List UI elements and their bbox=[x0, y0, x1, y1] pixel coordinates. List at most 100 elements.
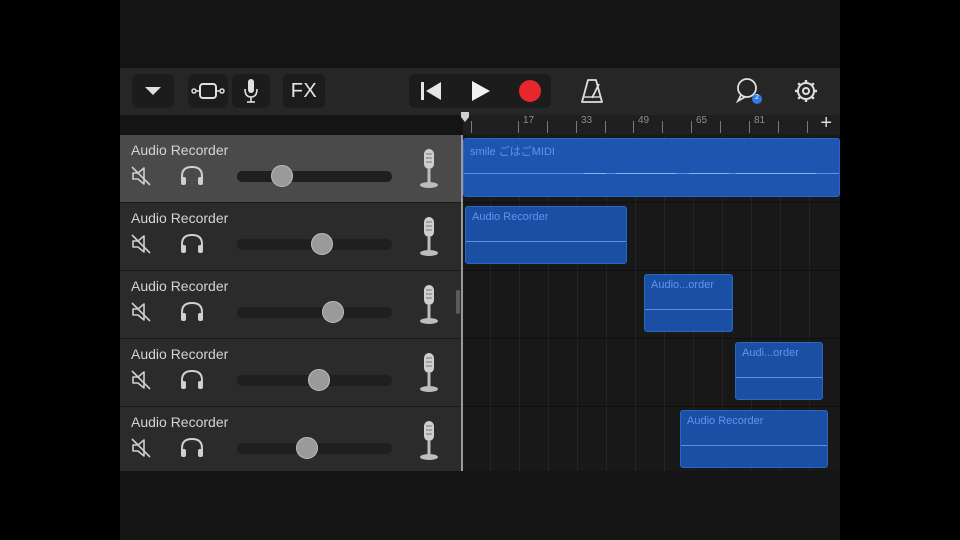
volume-knob[interactable] bbox=[295, 437, 318, 459]
rewind-icon bbox=[421, 82, 441, 100]
browser-button[interactable] bbox=[188, 74, 228, 108]
mute-icon[interactable] bbox=[130, 165, 152, 187]
volume-slider[interactable] bbox=[237, 301, 392, 323]
track-name: Audio Recorder bbox=[131, 346, 229, 362]
track-name: Audio Recorder bbox=[131, 414, 229, 430]
fx-label: FX bbox=[290, 79, 318, 102]
record-button[interactable] bbox=[512, 74, 548, 108]
headphones-icon[interactable] bbox=[179, 233, 205, 255]
ruler-tick bbox=[807, 121, 808, 133]
record-icon bbox=[519, 80, 541, 102]
region-line bbox=[736, 377, 822, 378]
bar-number: 17 bbox=[523, 115, 535, 126]
track-header-3[interactable]: Audio Recorder bbox=[120, 271, 463, 339]
bar-number: 49 bbox=[638, 115, 650, 126]
go-to-beginning-button[interactable] bbox=[413, 74, 449, 108]
ruler-tick bbox=[547, 121, 548, 133]
region-label: Audi...order bbox=[742, 347, 799, 359]
ruler-tick bbox=[749, 121, 750, 133]
region-line bbox=[681, 445, 827, 446]
bar-number: 65 bbox=[696, 115, 708, 126]
headphones-icon[interactable] bbox=[179, 369, 205, 391]
volume-slider[interactable] bbox=[237, 369, 392, 391]
track-name: Audio Recorder bbox=[131, 210, 229, 226]
volume-knob[interactable] bbox=[308, 369, 331, 391]
track-view-icon bbox=[191, 83, 225, 99]
loops-icon bbox=[735, 78, 762, 104]
resize-handle[interactable] bbox=[456, 290, 460, 314]
ruler-tick bbox=[778, 121, 779, 133]
header-divider[interactable] bbox=[461, 135, 463, 471]
ruler-tick bbox=[605, 121, 606, 133]
volume-knob[interactable] bbox=[322, 301, 345, 323]
bar-number: 81 bbox=[754, 115, 766, 126]
region-label: Audio Recorder bbox=[687, 415, 764, 427]
headphones-icon[interactable] bbox=[179, 301, 205, 323]
ruler-tick bbox=[471, 121, 472, 133]
microphone-icon bbox=[244, 79, 258, 103]
midi-note bbox=[616, 173, 676, 174]
bottom-area bbox=[120, 471, 840, 540]
track-header-1[interactable]: Audio Recorder bbox=[120, 135, 463, 203]
track-header-5[interactable]: Audio Recorder bbox=[120, 407, 463, 475]
garageband-tracks-view: FX 2 17 33 49 65 81 + Audio Recorder Aud… bbox=[120, 0, 840, 540]
region-label: Audio...order bbox=[651, 279, 714, 291]
play-icon bbox=[472, 81, 490, 101]
mute-icon[interactable] bbox=[130, 437, 152, 459]
audio-region[interactable]: Audio Recorder bbox=[465, 206, 627, 264]
ruler-tick bbox=[720, 121, 721, 133]
loops-badge: 2 bbox=[755, 94, 759, 101]
region-label: smile ごはごMIDI bbox=[470, 146, 555, 158]
audio-region[interactable]: Audio Recorder bbox=[680, 410, 828, 468]
metronome-button[interactable] bbox=[574, 74, 610, 108]
headphones-icon[interactable] bbox=[179, 437, 205, 459]
ruler-tick bbox=[662, 121, 663, 133]
track-name: Audio Recorder bbox=[131, 278, 229, 294]
settings-icon bbox=[795, 80, 817, 102]
region-line bbox=[466, 241, 626, 242]
tracks-area[interactable]: smile ごはごMIDI Audio Recorder Audio...ord… bbox=[463, 135, 840, 475]
audio-recorder-mic-icon bbox=[420, 285, 438, 324]
add-section-button[interactable]: + bbox=[820, 112, 832, 135]
play-button[interactable] bbox=[463, 74, 499, 108]
audio-region[interactable]: Audi...order bbox=[735, 342, 823, 400]
mute-icon[interactable] bbox=[130, 233, 152, 255]
headphones-icon[interactable] bbox=[179, 165, 205, 187]
chevron-down-icon bbox=[145, 87, 161, 95]
audio-recorder-mic-icon bbox=[420, 149, 438, 188]
timeline-ruler[interactable]: 17 33 49 65 81 + bbox=[463, 112, 840, 135]
midi-note bbox=[736, 173, 816, 174]
audio-recorder-mic-icon bbox=[420, 217, 438, 256]
audio-region[interactable]: Audio...order bbox=[644, 274, 733, 332]
playhead[interactable] bbox=[461, 112, 469, 122]
fx-button[interactable]: FX bbox=[283, 74, 325, 108]
my-songs-button[interactable] bbox=[132, 74, 174, 108]
midi-region[interactable]: smile ごはごMIDI bbox=[463, 138, 840, 197]
region-line bbox=[645, 309, 732, 310]
volume-knob[interactable] bbox=[311, 233, 334, 255]
ruler-tick bbox=[518, 121, 519, 133]
audio-recorder-mic-icon bbox=[420, 353, 438, 392]
control-bar: FX 2 bbox=[120, 68, 840, 115]
ruler-tick bbox=[633, 121, 634, 133]
midi-note bbox=[584, 173, 606, 174]
track-header-4[interactable]: Audio Recorder bbox=[120, 339, 463, 407]
region-label: Audio Recorder bbox=[472, 211, 549, 223]
mute-icon[interactable] bbox=[130, 301, 152, 323]
track-headers: Audio Recorder Audio Recorder Audio Reco… bbox=[120, 135, 463, 475]
bar-number: 33 bbox=[581, 115, 593, 126]
track-header-2[interactable]: Audio Recorder bbox=[120, 203, 463, 271]
ruler-tick bbox=[691, 121, 692, 133]
settings-button[interactable] bbox=[788, 74, 824, 108]
loops-button[interactable]: 2 bbox=[731, 74, 767, 108]
metronome-icon bbox=[581, 79, 603, 103]
mute-icon[interactable] bbox=[130, 369, 152, 391]
midi-note bbox=[689, 173, 729, 174]
audio-recorder-mic-icon bbox=[420, 421, 438, 460]
volume-slider[interactable] bbox=[237, 165, 392, 187]
input-settings-button[interactable] bbox=[232, 74, 270, 108]
track-name: Audio Recorder bbox=[131, 142, 229, 158]
volume-slider[interactable] bbox=[237, 437, 392, 459]
volume-slider[interactable] bbox=[237, 233, 392, 255]
volume-knob[interactable] bbox=[270, 165, 293, 187]
